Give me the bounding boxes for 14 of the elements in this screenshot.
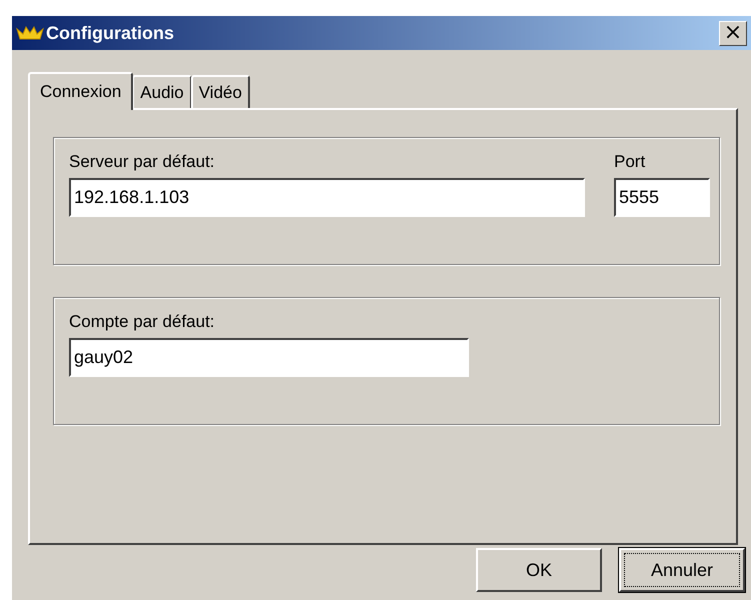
close-button[interactable]: × — [719, 20, 747, 46]
input-field[interactable]: gauy02 — [69, 338, 469, 377]
tab[interactable]: Audio — [132, 75, 192, 108]
tab[interactable]: Connexion — [28, 72, 134, 110]
field-label: Serveur par défaut: — [69, 152, 216, 172]
dialog-button[interactable]: Annuler — [619, 548, 745, 592]
crown-icon — [16, 25, 44, 41]
tab[interactable]: Vidéo — [190, 75, 250, 108]
field-label: Compte par défaut: — [69, 312, 216, 332]
input-field[interactable]: 192.168.1.103 — [69, 178, 585, 217]
dialog-button[interactable]: OK — [476, 548, 602, 592]
field-label: Port — [614, 152, 646, 172]
window-title: Configurations — [46, 22, 175, 44]
input-field[interactable]: 5555 — [614, 178, 710, 217]
